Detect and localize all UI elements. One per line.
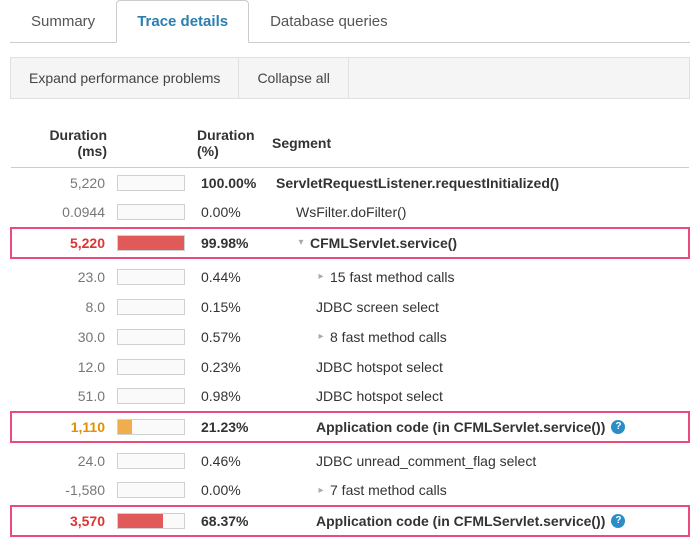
segment-cell: ▸ 15 fast method calls (266, 262, 689, 292)
chevron-right-icon[interactable]: ▸ (316, 271, 326, 282)
duration-bar (111, 168, 191, 198)
duration-ms: 24.0 (11, 446, 111, 476)
duration-bar (111, 412, 191, 442)
chevron-right-icon[interactable]: ▸ (316, 331, 326, 342)
segment-cell: WsFilter.doFilter() (266, 198, 689, 228)
segment-cell: ▸ 7 fast method calls (266, 476, 689, 506)
tab-database-queries[interactable]: Database queries (249, 0, 409, 43)
duration-ms: 3,570 (11, 506, 111, 536)
segment-label: WsFilter.doFilter() (296, 204, 406, 220)
duration-pct: 68.37% (191, 506, 266, 536)
trace-row[interactable]: 12.0 0.23% JDBC hotspot select (11, 352, 689, 382)
duration-ms: 1,110 (11, 412, 111, 442)
col-segment[interactable]: Segment (266, 119, 689, 168)
segment-cell: Application code (in CFMLServlet.service… (266, 412, 689, 442)
duration-ms: 0.0944 (11, 198, 111, 228)
help-icon[interactable]: ? (611, 420, 625, 434)
duration-ms: 30.0 (11, 322, 111, 352)
tab-trace-details[interactable]: Trace details (116, 0, 249, 43)
trace-row[interactable]: 1,110 21.23% Application code (in CFMLServ… (11, 412, 689, 442)
segment-label: JDBC hotspot select (316, 359, 443, 375)
duration-pct: 99.98% (191, 228, 266, 258)
duration-ms: 5,220 (11, 168, 111, 198)
duration-ms: 5,220 (11, 228, 111, 258)
segment-label: JDBC hotspot select (316, 388, 443, 404)
trace-row[interactable]: -1,580 0.00% ▸ 7 fast method calls (11, 476, 689, 506)
trace-row[interactable]: 23.0 0.44% ▸ 15 fast method calls (11, 262, 689, 292)
duration-pct: 100.00% (191, 168, 266, 198)
duration-ms: 8.0 (11, 292, 111, 322)
segment-cell: JDBC hotspot select (266, 382, 689, 412)
trace-row[interactable]: 5,220 100.00% ServletRequestListener.reque… (11, 168, 689, 198)
duration-bar (111, 476, 191, 506)
segment-cell: ▸ 8 fast method calls (266, 322, 689, 352)
duration-ms: 51.0 (11, 382, 111, 412)
segment-label: JDBC screen select (316, 299, 439, 315)
duration-ms: 12.0 (11, 352, 111, 382)
duration-pct: 0.00% (191, 476, 266, 506)
duration-pct: 0.98% (191, 382, 266, 412)
segment-label: 15 fast method calls (330, 269, 455, 285)
duration-pct: 0.15% (191, 292, 266, 322)
tab-summary[interactable]: Summary (10, 0, 116, 43)
toolbar: Expand performance problems Collapse all (10, 57, 690, 99)
chevron-right-icon[interactable]: ▸ (316, 485, 326, 496)
segment-cell: JDBC hotspot select (266, 352, 689, 382)
duration-pct: 0.23% (191, 352, 266, 382)
col-duration-ms[interactable]: Duration (ms) (11, 119, 111, 168)
collapse-all-button[interactable]: Collapse all (239, 58, 348, 98)
duration-bar (111, 322, 191, 352)
segment-label: CFMLServlet.service() (310, 235, 457, 251)
duration-bar (111, 352, 191, 382)
col-duration-pct[interactable]: Duration (%) (191, 119, 266, 168)
trace-row[interactable]: 51.0 0.98% JDBC hotspot select (11, 382, 689, 412)
duration-pct: 21.23% (191, 412, 266, 442)
tab-bar: SummaryTrace detailsDatabase queries (10, 0, 690, 43)
segment-cell: ServletRequestListener.requestInitialize… (266, 168, 689, 198)
segment-cell: ▾ CFMLServlet.service() (266, 228, 689, 258)
segment-label: Application code (in CFMLServlet.service… (316, 513, 605, 529)
duration-bar (111, 228, 191, 258)
help-icon[interactable]: ? (611, 514, 625, 528)
duration-bar (111, 506, 191, 536)
segment-label: Application code (in CFMLServlet.service… (316, 419, 605, 435)
chevron-down-icon[interactable]: ▾ (296, 237, 306, 248)
duration-bar (111, 262, 191, 292)
duration-pct: 0.46% (191, 446, 266, 476)
duration-bar (111, 446, 191, 476)
segment-cell: JDBC unread_comment_flag select (266, 446, 689, 476)
duration-bar (111, 292, 191, 322)
trace-table: Duration (ms) Duration (%) Segment 5,220… (10, 119, 690, 540)
trace-row[interactable]: 5,220 99.98% ▾ CFMLServlet.service() (11, 228, 689, 258)
duration-ms: 23.0 (11, 262, 111, 292)
duration-pct: 0.44% (191, 262, 266, 292)
segment-label: ServletRequestListener.requestInitialize… (276, 175, 559, 191)
segment-cell: Application code (in CFMLServlet.service… (266, 506, 689, 536)
trace-row[interactable]: 0.0944 0.00% WsFilter.doFilter() (11, 198, 689, 228)
segment-label: 8 fast method calls (330, 329, 447, 345)
duration-bar (111, 198, 191, 228)
trace-row[interactable]: 24.0 0.46% JDBC unread_comment_flag select (11, 446, 689, 476)
expand-problems-button[interactable]: Expand performance problems (11, 58, 239, 98)
duration-bar (111, 382, 191, 412)
trace-row[interactable]: 8.0 0.15% JDBC screen select (11, 292, 689, 322)
duration-pct: 0.00% (191, 198, 266, 228)
segment-label: JDBC unread_comment_flag select (316, 453, 536, 469)
duration-ms: -1,580 (11, 476, 111, 506)
trace-row[interactable]: 3,570 68.37% Application code (in CFMLServ… (11, 506, 689, 536)
duration-pct: 0.57% (191, 322, 266, 352)
trace-row[interactable]: 30.0 0.57% ▸ 8 fast method calls (11, 322, 689, 352)
segment-cell: JDBC screen select (266, 292, 689, 322)
segment-label: 7 fast method calls (330, 482, 447, 498)
